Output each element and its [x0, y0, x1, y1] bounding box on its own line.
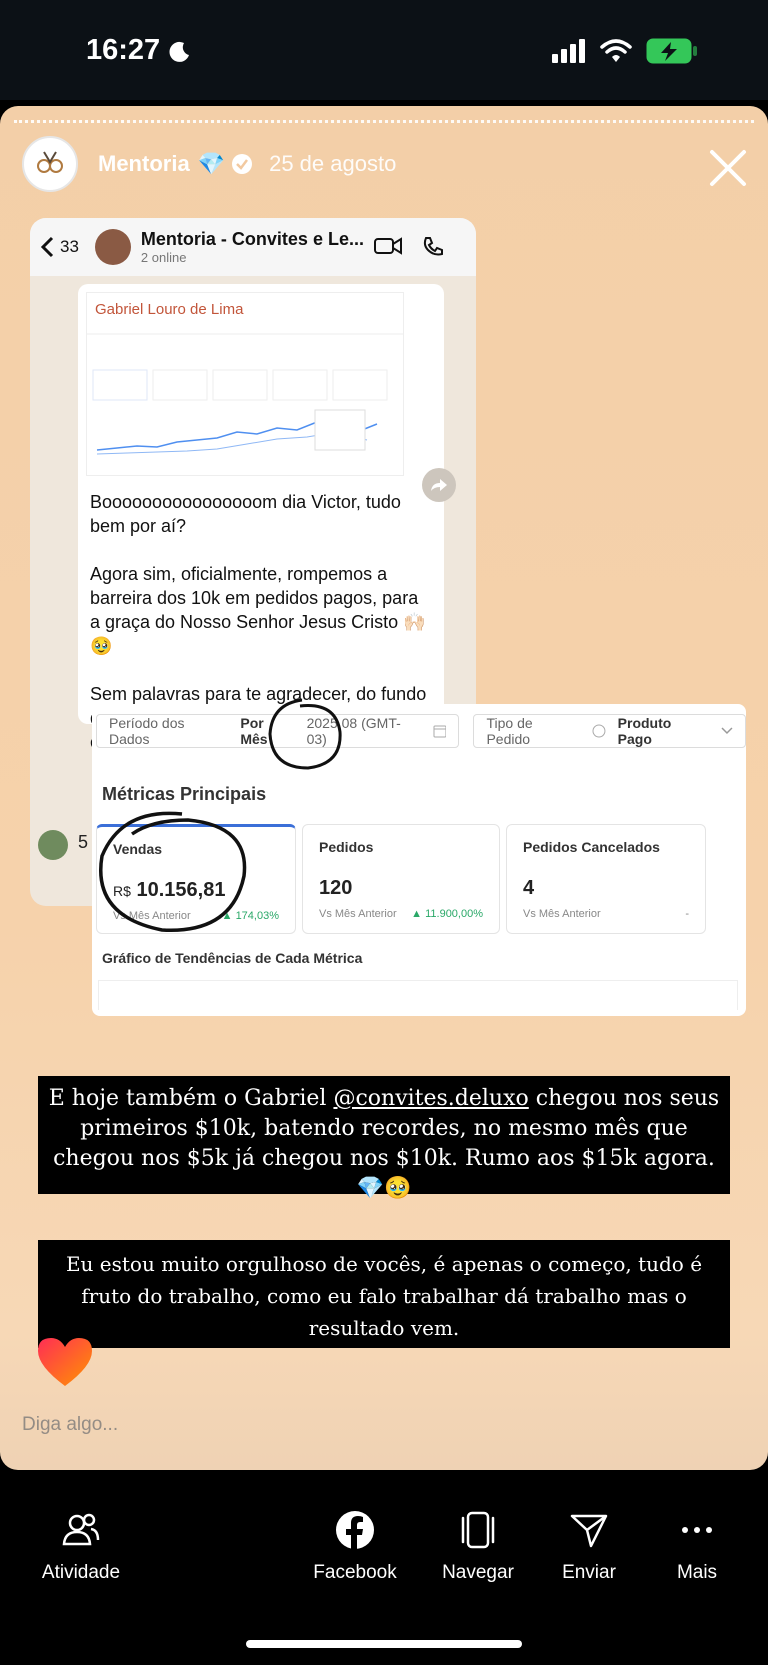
verified-badge-icon — [232, 154, 253, 174]
story-header: Mentoria 💎 25 de agosto — [22, 136, 396, 192]
home-indicator — [246, 1640, 522, 1648]
heart-icon[interactable] — [36, 1336, 94, 1388]
forward-button — [422, 468, 456, 502]
story-caption: Eu estou muito orgulhoso de vocês, é ape… — [38, 1240, 730, 1348]
moon-icon — [169, 41, 189, 62]
wa-message-paragraph: Boooooooooooooooom dia Victor, tudo bem … — [90, 492, 401, 536]
send-icon — [570, 1514, 608, 1548]
order-type-value: Produto Pago — [617, 715, 672, 747]
caption-text: E hoje também o Gabriel — [48, 1086, 334, 1111]
wa-message-bubble: Gabriel Louro de Lima Boooooooooooooooom… — [78, 284, 444, 752]
browse-cards-icon — [461, 1511, 495, 1549]
nav-label: Enviar — [562, 1562, 616, 1583]
back-chevron-icon — [40, 236, 54, 258]
order-type-label: Tipo de Pedido — [486, 715, 533, 747]
mention-link[interactable]: @convites.deluxo — [333, 1086, 528, 1111]
thumbnail-graphic — [87, 333, 403, 455]
period-label: Período dos Dados — [109, 715, 185, 747]
chart-area — [98, 980, 738, 1010]
story-date: 25 de agosto — [269, 151, 397, 176]
handdrawn-circle — [99, 811, 247, 932]
wa-header: 33 Mentoria - Convites e Le... 2 online — [30, 218, 476, 276]
dashboard-screenshot: Período dos Dados Por Mês 2025.08 (GMT-0… — [92, 698, 746, 1016]
story-viewer[interactable]: Mentoria 💎 25 de agosto 33 Mentoria - Co… — [0, 106, 768, 1470]
metric-card-orders: Pedidos 120 Vs Mês Anterior ▲ 11.900,00% — [302, 824, 500, 934]
metric-label: Pedidos — [319, 839, 374, 855]
people-icon — [62, 1513, 100, 1546]
avatar[interactable] — [22, 136, 78, 192]
metric-label: Pedidos Cancelados — [523, 839, 660, 855]
wa-message-paragraph: Agora sim, oficialmente, rompemos a barr… — [90, 564, 426, 656]
metric-change: ▲ 11.900,00% — [411, 908, 483, 920]
order-type-filter: Tipo de Pedido Produto Pago — [473, 714, 746, 748]
wa-group-avatar — [94, 229, 131, 265]
status-bar: 16:27 — [0, 0, 768, 100]
metric-foot: Vs Mês Anterior — [319, 908, 397, 920]
story-caption: E hoje também o Gabriel @convites.deluxo… — [38, 1076, 730, 1201]
wa-dashboard-thumbnail: Gabriel Louro de Lima — [86, 292, 404, 476]
metric-change: - — [685, 908, 689, 920]
wa-back-count: 33 — [60, 237, 79, 256]
chart-title: Gráfico de Tendências de Cada Métrica — [102, 950, 363, 966]
wa-thumbnail-title: Gabriel Louro de Lima — [95, 301, 244, 318]
logo-icon — [37, 151, 63, 173]
calendar-icon — [433, 725, 446, 738]
help-circle-icon — [592, 724, 606, 738]
reply-input[interactable] — [22, 1414, 522, 1436]
metric-value: 4 — [523, 877, 535, 899]
wa-sender-avatar — [38, 830, 68, 860]
diamond-emoji: 💎 — [197, 151, 226, 176]
wa-chat-title: Mentoria - Convites e Le... — [140, 229, 364, 249]
nav-label: Mais — [676, 1562, 718, 1583]
signal-icon — [552, 39, 585, 63]
wifi-icon — [600, 39, 632, 62]
facebook-icon — [336, 1511, 374, 1549]
activity-button[interactable]: Atividade — [16, 1510, 146, 1584]
metric-card-cancelled: Pedidos Cancelados 4 Vs Mês Anterior - — [506, 824, 706, 934]
section-title: Métricas Principais — [102, 784, 267, 804]
close-icon[interactable] — [706, 146, 750, 190]
forward-icon — [431, 479, 447, 491]
chevron-down-icon — [721, 727, 733, 735]
wa-partial-text: 5 — [78, 832, 89, 852]
nav-label: Facebook — [313, 1562, 397, 1583]
caption-text: Eu estou muito orgulhoso de vocês, é ape… — [65, 1252, 703, 1340]
wa-chat-subtitle: 2 online — [140, 250, 187, 265]
story-progress-bar — [14, 120, 754, 124]
video-call-icon — [373, 237, 402, 255]
nav-label: Atividade — [41, 1562, 121, 1583]
phone-icon — [423, 237, 443, 256]
metric-value: 120 — [319, 877, 353, 899]
status-time: 16:27 — [86, 34, 161, 66]
handdrawn-circle — [268, 698, 342, 770]
more-dots-icon — [682, 1527, 712, 1533]
battery-charging-icon — [646, 38, 697, 64]
facebook-button[interactable]: Facebook — [290, 1510, 420, 1584]
more-button[interactable]: Mais — [632, 1510, 762, 1584]
nav-label: Navegar — [442, 1562, 514, 1583]
metric-foot: Vs Mês Anterior — [523, 908, 601, 920]
bottom-action-bar: Atividade Facebook Navegar Enviar Mais — [0, 1470, 768, 1665]
story-username[interactable]: Mentoria — [98, 151, 190, 177]
